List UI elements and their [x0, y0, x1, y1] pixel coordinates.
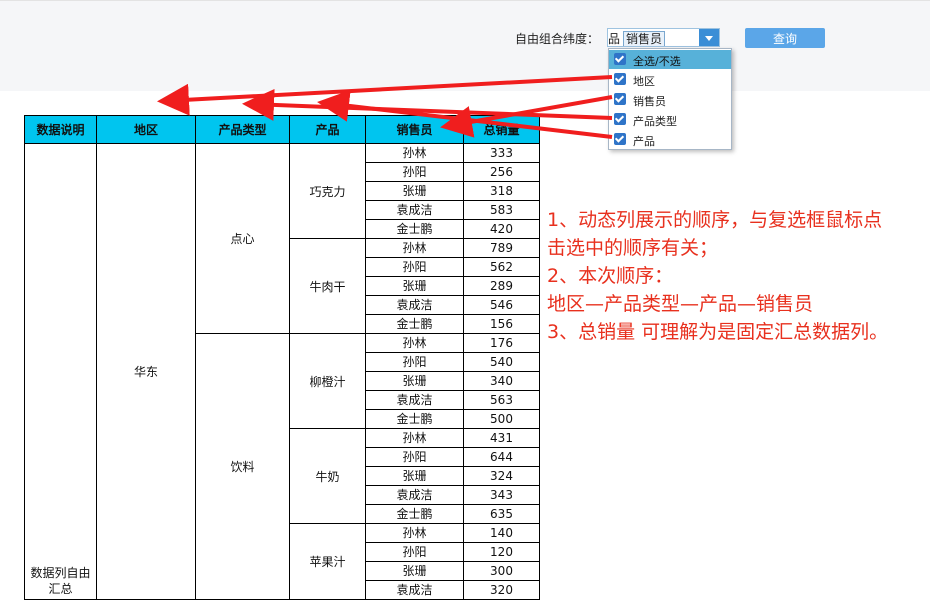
salesperson-cell: 孙林	[365, 143, 464, 163]
product-cell: 苹果汁	[289, 523, 366, 600]
salesperson-cell: 袁成洁	[365, 295, 464, 315]
checkbox-checked-icon[interactable]	[614, 133, 626, 145]
query-toolbar: 自由组合纬度： 品销售员 查询	[0, 0, 930, 91]
salesperson-cell: 金士鹏	[365, 409, 464, 429]
total-sales-cell: 540	[463, 352, 540, 372]
category-cell: 点心	[195, 143, 290, 334]
total-sales-cell: 789	[463, 238, 540, 258]
dropdown-option[interactable]: 产品类型	[609, 110, 731, 129]
dimension-dropdown: 全选/不选地区销售员产品类型产品	[608, 48, 732, 150]
dropdown-option[interactable]: 产品	[609, 130, 731, 149]
salesperson-cell: 袁成洁	[365, 200, 464, 220]
total-sales-cell: 324	[463, 466, 540, 486]
dropdown-option-label: 产品	[633, 135, 655, 148]
salesperson-cell: 张珊	[365, 371, 464, 391]
salesperson-cell: 孙林	[365, 428, 464, 448]
salesperson-cell: 金士鹏	[365, 314, 464, 334]
annotation-line: 地区—产品类型—产品—销售员	[547, 293, 814, 315]
total-sales-cell: 500	[463, 409, 540, 429]
total-sales-cell: 343	[463, 485, 540, 505]
total-sales-cell: 156	[463, 314, 540, 334]
checkbox-checked-icon[interactable]	[614, 53, 626, 65]
total-sales-cell: 300	[463, 561, 540, 581]
salesperson-cell: 袁成洁	[365, 390, 464, 410]
checkbox-checked-icon[interactable]	[614, 73, 626, 85]
salesperson-cell: 孙阳	[365, 257, 464, 277]
salesperson-cell: 孙林	[365, 523, 464, 543]
salesperson-cell: 张珊	[365, 466, 464, 486]
query-button[interactable]: 查询	[745, 28, 825, 48]
dropdown-option[interactable]: 地区	[609, 70, 731, 89]
annotation-line: 击选中的顺序有关；	[547, 237, 719, 259]
total-sales-cell: 431	[463, 428, 540, 448]
total-sales-cell: 320	[463, 580, 540, 600]
salesperson-cell: 孙阳	[365, 162, 464, 182]
total-sales-cell: 562	[463, 257, 540, 277]
dropdown-option-label: 全选/不选	[633, 55, 681, 68]
region-cell: 华东	[96, 143, 196, 600]
total-sales-cell: 563	[463, 390, 540, 410]
total-sales-cell: 176	[463, 333, 540, 353]
annotation-text: 1、动态列展示的顺序，与复选框鼠标点 击选中的顺序有关； 2、本次顺序： 地区—产品类…	[547, 206, 927, 346]
combo-chip-salesperson: 销售员	[623, 31, 666, 46]
checkbox-checked-icon[interactable]	[614, 93, 626, 105]
dimension-label: 自由组合纬度：	[515, 32, 600, 46]
total-sales-cell: 256	[463, 162, 540, 182]
column-header: 产品类型	[195, 115, 290, 144]
salesperson-cell: 孙阳	[365, 542, 464, 562]
chevron-down-icon[interactable]	[699, 29, 719, 46]
checkbox-checked-icon[interactable]	[614, 113, 626, 125]
annotation-line: 3、总销量 可理解为是固定汇总数据列。	[547, 321, 889, 343]
salesperson-cell: 袁成洁	[365, 485, 464, 505]
combo-prefix: 品	[608, 32, 621, 46]
total-sales-cell: 546	[463, 295, 540, 315]
column-header: 地区	[96, 115, 196, 144]
total-sales-cell: 635	[463, 504, 540, 524]
dropdown-option-label: 地区	[633, 75, 655, 88]
combo-value: 品销售员	[608, 30, 666, 46]
column-header: 产品	[289, 115, 366, 144]
total-sales-cell: 340	[463, 371, 540, 391]
total-sales-cell: 420	[463, 219, 540, 239]
total-sales-cell: 644	[463, 447, 540, 467]
dropdown-option[interactable]: 销售员	[609, 90, 731, 109]
dropdown-option[interactable]: 全选/不选	[609, 50, 731, 69]
total-sales-cell: 333	[463, 143, 540, 163]
total-sales-cell: 120	[463, 542, 540, 562]
total-sales-cell: 318	[463, 181, 540, 201]
total-sales-cell: 289	[463, 276, 540, 296]
salesperson-cell: 袁成洁	[365, 580, 464, 600]
total-sales-cell: 583	[463, 200, 540, 220]
total-sales-cell: 140	[463, 523, 540, 543]
dimension-combo[interactable]: 品销售员	[607, 28, 720, 47]
category-cell: 饮料	[195, 333, 290, 600]
column-header: 数据说明	[24, 115, 97, 144]
product-cell: 柳橙汁	[289, 333, 366, 429]
salesperson-cell: 张珊	[365, 276, 464, 296]
description-cell: 数据列自由汇总	[24, 143, 97, 600]
column-header: 总销量	[463, 115, 540, 144]
salesperson-cell: 金士鹏	[365, 219, 464, 239]
table-row: 数据列自由汇总 华东 点心 巧克力 孙林 333	[24, 143, 540, 600]
dropdown-option-label: 销售员	[633, 95, 666, 108]
product-cell: 巧克力	[289, 143, 366, 239]
salesperson-cell: 张珊	[365, 181, 464, 201]
salesperson-cell: 金士鹏	[365, 504, 464, 524]
annotation-line: 2、本次顺序：	[547, 265, 674, 287]
salesperson-cell: 张珊	[365, 561, 464, 581]
salesperson-cell: 孙阳	[365, 447, 464, 467]
column-header: 销售员	[365, 115, 464, 144]
salesperson-cell: 孙林	[365, 238, 464, 258]
table-header-row: 数据说明 地区 产品类型 产品 销售员 总销量	[24, 115, 540, 144]
salesperson-cell: 孙阳	[365, 352, 464, 372]
product-cell: 牛奶	[289, 428, 366, 524]
salesperson-cell: 孙林	[365, 333, 464, 353]
annotation-line: 1、动态列展示的顺序，与复选框鼠标点	[547, 209, 883, 231]
report-table: 数据说明 地区 产品类型 产品 销售员 总销量 数据列自由汇总 华东 点心 巧克力 孙林 333 孙阳…	[24, 115, 540, 600]
product-cell: 牛肉干	[289, 238, 366, 334]
dropdown-option-label: 产品类型	[633, 115, 677, 128]
